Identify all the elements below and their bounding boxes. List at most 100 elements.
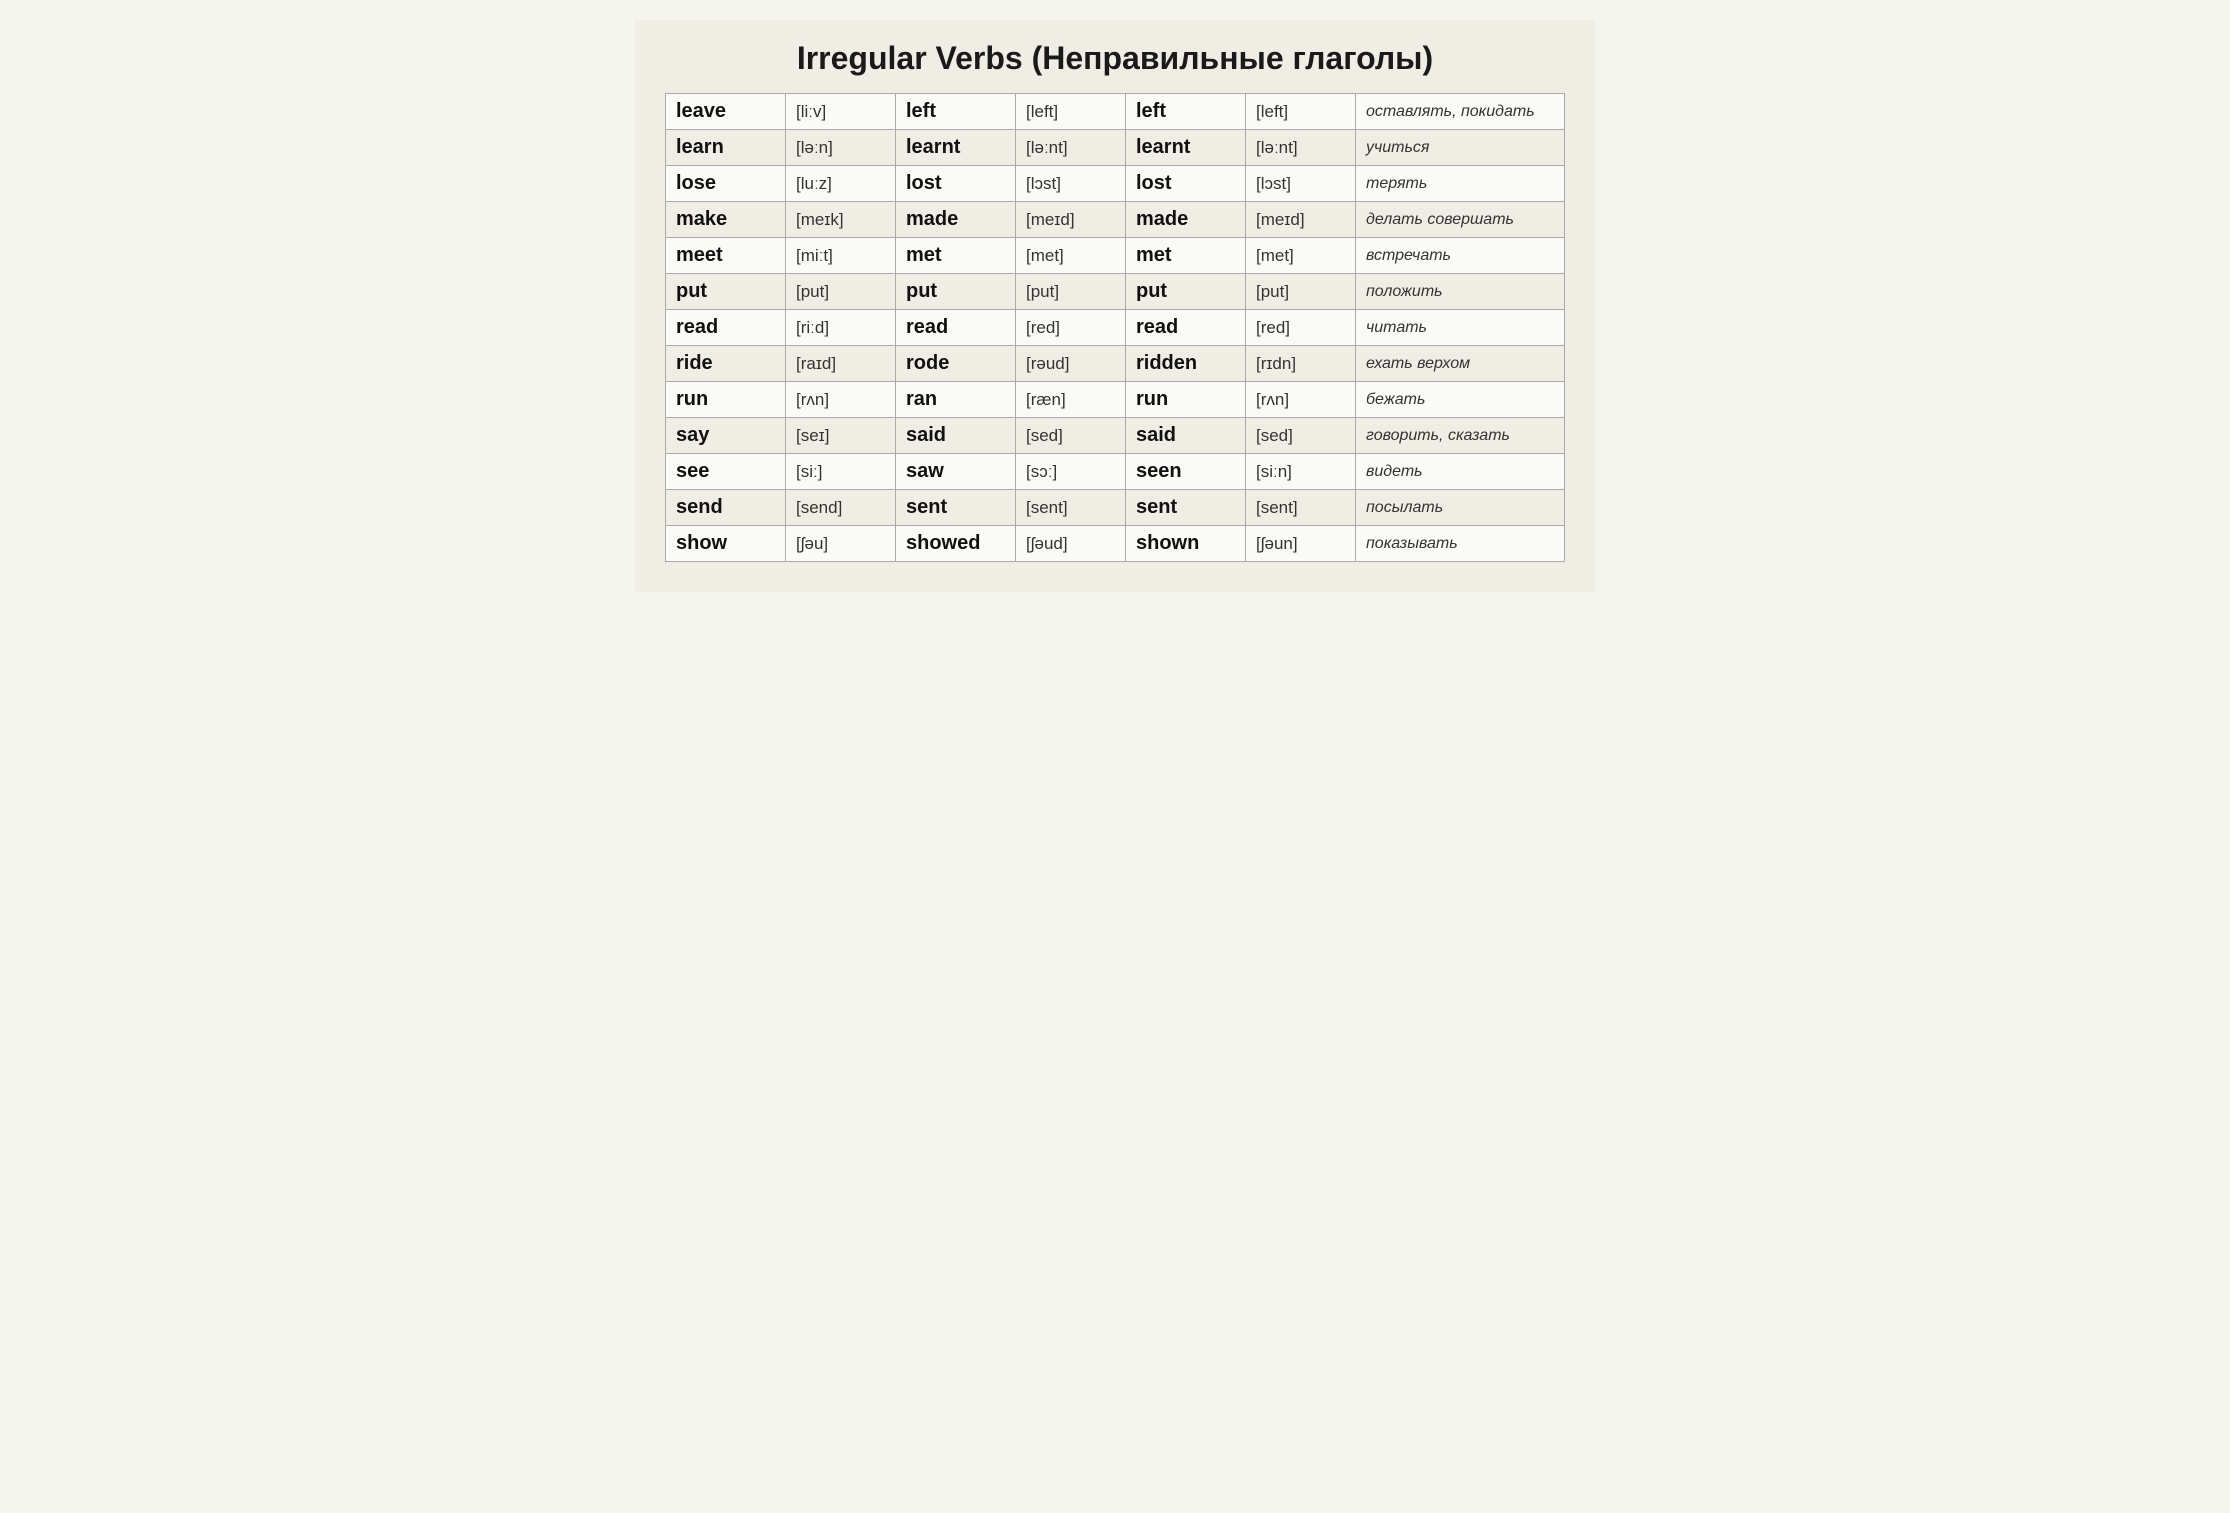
base-form: put xyxy=(666,274,786,310)
past-pron: [sent] xyxy=(1016,490,1126,526)
past-pron: [left] xyxy=(1016,94,1126,130)
pp-pron: [sed] xyxy=(1246,418,1356,454)
meaning: терять xyxy=(1356,166,1565,202)
pp-form: left xyxy=(1126,94,1246,130)
meaning: говорить, сказать xyxy=(1356,418,1565,454)
base-form: meet xyxy=(666,238,786,274)
pp-form: sent xyxy=(1126,490,1246,526)
table-row: make [meɪk] made [meɪd] made [meɪd] дела… xyxy=(666,202,1565,238)
past-pron: [met] xyxy=(1016,238,1126,274)
past-pron: [rəud] xyxy=(1016,346,1126,382)
pp-pron: [red] xyxy=(1246,310,1356,346)
past-pron: [sɔː] xyxy=(1016,454,1126,490)
base-form: leave xyxy=(666,94,786,130)
pp-pron: [met] xyxy=(1246,238,1356,274)
meaning: показывать xyxy=(1356,526,1565,562)
past-pron: [meɪd] xyxy=(1016,202,1126,238)
base-pron: [ləːn] xyxy=(786,130,896,166)
past-pron: [lɔst] xyxy=(1016,166,1126,202)
base-form: say xyxy=(666,418,786,454)
pp-pron: [rɪdn] xyxy=(1246,346,1356,382)
past-pron: [ləːnt] xyxy=(1016,130,1126,166)
pp-form: said xyxy=(1126,418,1246,454)
table-row: put [put] put [put] put [put] положить xyxy=(666,274,1565,310)
past-pron: [sed] xyxy=(1016,418,1126,454)
past-pron: [ʃəud] xyxy=(1016,526,1126,562)
verb-table: leave [liːv] left [left] left [left] ост… xyxy=(665,93,1565,562)
base-pron: [riːd] xyxy=(786,310,896,346)
base-form: show xyxy=(666,526,786,562)
base-form: ride xyxy=(666,346,786,382)
base-form: send xyxy=(666,490,786,526)
pp-form: put xyxy=(1126,274,1246,310)
base-form: see xyxy=(666,454,786,490)
pp-pron: [sent] xyxy=(1246,490,1356,526)
base-pron: [meɪk] xyxy=(786,202,896,238)
table-row: read [riːd] read [red] read [red] читать xyxy=(666,310,1565,346)
past-form: made xyxy=(896,202,1016,238)
base-pron: [siː] xyxy=(786,454,896,490)
pp-pron: [rʌn] xyxy=(1246,382,1356,418)
pp-form: ridden xyxy=(1126,346,1246,382)
pp-form: made xyxy=(1126,202,1246,238)
page-container: Irregular Verbs (Неправильные глаголы) l… xyxy=(635,20,1595,592)
table-row: run [rʌn] ran [ræn] run [rʌn] бежать xyxy=(666,382,1565,418)
pp-form: seen xyxy=(1126,454,1246,490)
past-form: lost xyxy=(896,166,1016,202)
past-form: learnt xyxy=(896,130,1016,166)
table-row: say [seɪ] said [sed] said [sed] говорить… xyxy=(666,418,1565,454)
past-form: saw xyxy=(896,454,1016,490)
table-row: ride [raɪd] rode [rəud] ridden [rɪdn] ех… xyxy=(666,346,1565,382)
past-form: put xyxy=(896,274,1016,310)
past-pron: [ræn] xyxy=(1016,382,1126,418)
pp-form: learnt xyxy=(1126,130,1246,166)
base-pron: [raɪd] xyxy=(786,346,896,382)
pp-form: run xyxy=(1126,382,1246,418)
pp-pron: [ləːnt] xyxy=(1246,130,1356,166)
pp-form: lost xyxy=(1126,166,1246,202)
meaning: читать xyxy=(1356,310,1565,346)
base-pron: [miːt] xyxy=(786,238,896,274)
pp-pron: [lɔst] xyxy=(1246,166,1356,202)
page-title: Irregular Verbs (Неправильные глаголы) xyxy=(665,40,1565,77)
past-form: rode xyxy=(896,346,1016,382)
meaning: видеть xyxy=(1356,454,1565,490)
table-row: show [ʃəu] showed [ʃəud] shown [ʃəun] по… xyxy=(666,526,1565,562)
meaning: встречать xyxy=(1356,238,1565,274)
table-row: see [siː] saw [sɔː] seen [siːn] видеть xyxy=(666,454,1565,490)
pp-form: shown xyxy=(1126,526,1246,562)
pp-pron: [meɪd] xyxy=(1246,202,1356,238)
base-pron: [luːz] xyxy=(786,166,896,202)
pp-form: read xyxy=(1126,310,1246,346)
table-row: send [send] sent [sent] sent [sent] посы… xyxy=(666,490,1565,526)
base-form: run xyxy=(666,382,786,418)
past-form: met xyxy=(896,238,1016,274)
base-pron: [liːv] xyxy=(786,94,896,130)
past-form: read xyxy=(896,310,1016,346)
meaning: посылать xyxy=(1356,490,1565,526)
table-row: leave [liːv] left [left] left [left] ост… xyxy=(666,94,1565,130)
pp-pron: [ʃəun] xyxy=(1246,526,1356,562)
base-pron: [send] xyxy=(786,490,896,526)
past-form: ran xyxy=(896,382,1016,418)
table-row: lose [luːz] lost [lɔst] lost [lɔst] теря… xyxy=(666,166,1565,202)
meaning: положить xyxy=(1356,274,1565,310)
table-row: learn [ləːn] learnt [ləːnt] learnt [ləːn… xyxy=(666,130,1565,166)
meaning: оставлять, покидать xyxy=(1356,94,1565,130)
base-pron: [ʃəu] xyxy=(786,526,896,562)
base-form: read xyxy=(666,310,786,346)
meaning: делать совершать xyxy=(1356,202,1565,238)
pp-pron: [siːn] xyxy=(1246,454,1356,490)
meaning: ехать верхом xyxy=(1356,346,1565,382)
past-pron: [red] xyxy=(1016,310,1126,346)
past-form: said xyxy=(896,418,1016,454)
base-form: lose xyxy=(666,166,786,202)
base-pron: [rʌn] xyxy=(786,382,896,418)
meaning: бежать xyxy=(1356,382,1565,418)
past-form: sent xyxy=(896,490,1016,526)
base-form: learn xyxy=(666,130,786,166)
past-form: showed xyxy=(896,526,1016,562)
base-pron: [seɪ] xyxy=(786,418,896,454)
meaning: учиться xyxy=(1356,130,1565,166)
base-pron: [put] xyxy=(786,274,896,310)
